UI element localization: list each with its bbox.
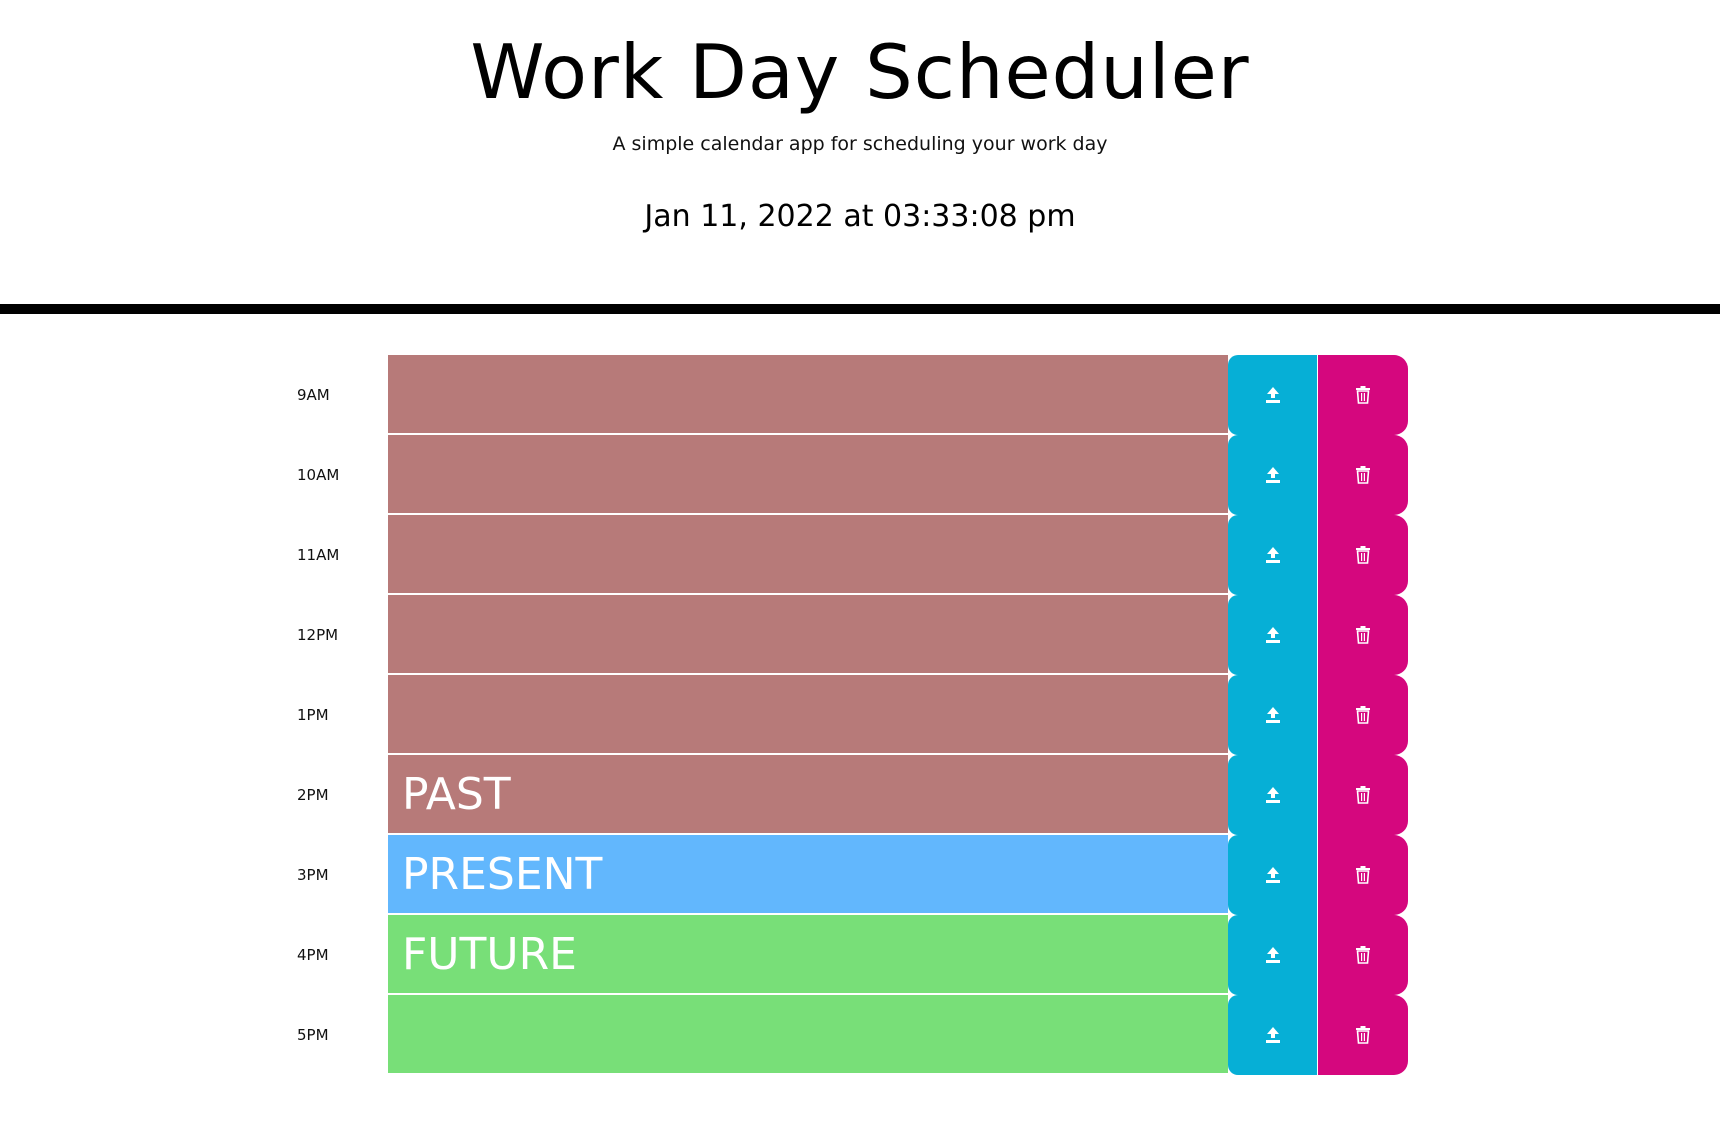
upload-icon (1264, 866, 1282, 884)
delete-button[interactable] (1318, 435, 1408, 515)
upload-icon (1264, 386, 1282, 404)
save-button[interactable] (1228, 515, 1318, 595)
event-description-field[interactable] (388, 435, 1228, 514)
save-button[interactable] (1228, 355, 1318, 435)
event-description-field[interactable]: FUTURE (388, 915, 1228, 994)
time-block-row: 9AM (0, 355, 1720, 435)
page-subtitle: A simple calendar app for scheduling you… (612, 133, 1108, 155)
save-button[interactable] (1228, 755, 1318, 835)
save-button[interactable] (1228, 835, 1318, 915)
delete-button[interactable] (1318, 595, 1408, 675)
hour-label: 4PM (297, 946, 329, 964)
hour-label: 9AM (297, 386, 330, 404)
hour-label: 2PM (297, 786, 329, 804)
save-button[interactable] (1228, 675, 1318, 755)
time-block-row: 4PM FUTURE (0, 915, 1720, 995)
save-button[interactable] (1228, 915, 1318, 995)
event-description-field[interactable]: PAST (388, 755, 1228, 834)
hour-label: 11AM (297, 546, 340, 564)
upload-icon (1264, 1026, 1282, 1044)
event-description-field[interactable] (388, 595, 1228, 674)
trash-icon (1355, 466, 1371, 484)
upload-icon (1264, 626, 1282, 644)
delete-button[interactable] (1318, 675, 1408, 755)
delete-button[interactable] (1318, 835, 1408, 915)
upload-icon (1264, 546, 1282, 564)
delete-button[interactable] (1318, 915, 1408, 995)
time-block-row: 12PM (0, 595, 1720, 675)
save-button[interactable] (1228, 435, 1318, 515)
time-block-row: 5PM (0, 995, 1720, 1075)
hour-label: 3PM (297, 866, 329, 884)
delete-button[interactable] (1318, 355, 1408, 435)
upload-icon (1264, 786, 1282, 804)
delete-button[interactable] (1318, 755, 1408, 835)
trash-icon (1355, 1026, 1371, 1044)
event-description-field[interactable] (388, 355, 1228, 434)
delete-button[interactable] (1318, 515, 1408, 595)
time-block-row: 3PM PRESENT (0, 835, 1720, 915)
time-block-row: 1PM (0, 675, 1720, 755)
page-header: Work Day Scheduler A simple calendar app… (0, 0, 1720, 314)
page-title: Work Day Scheduler (470, 28, 1250, 116)
hour-label: 12PM (297, 626, 339, 644)
trash-icon (1355, 386, 1371, 404)
event-description-field[interactable] (388, 995, 1228, 1074)
event-description-field[interactable]: PRESENT (388, 835, 1228, 914)
time-block-row: 11AM (0, 515, 1720, 595)
delete-button[interactable] (1318, 995, 1408, 1075)
trash-icon (1355, 706, 1371, 724)
trash-icon (1355, 546, 1371, 564)
trash-icon (1355, 946, 1371, 964)
time-block-row: 10AM (0, 435, 1720, 515)
hour-label: 1PM (297, 706, 329, 724)
hour-label: 10AM (297, 466, 340, 484)
trash-icon (1355, 786, 1371, 804)
current-datetime: Jan 11, 2022 at 03:33:08 pm (644, 199, 1076, 234)
trash-icon (1355, 626, 1371, 644)
upload-icon (1264, 706, 1282, 724)
upload-icon (1264, 946, 1282, 964)
upload-icon (1264, 466, 1282, 484)
event-description-field[interactable] (388, 675, 1228, 754)
save-button[interactable] (1228, 595, 1318, 675)
hour-label: 5PM (297, 1026, 329, 1044)
time-block-row: 2PM PAST (0, 755, 1720, 835)
save-button[interactable] (1228, 995, 1318, 1075)
event-description-field[interactable] (388, 515, 1228, 594)
trash-icon (1355, 866, 1371, 884)
